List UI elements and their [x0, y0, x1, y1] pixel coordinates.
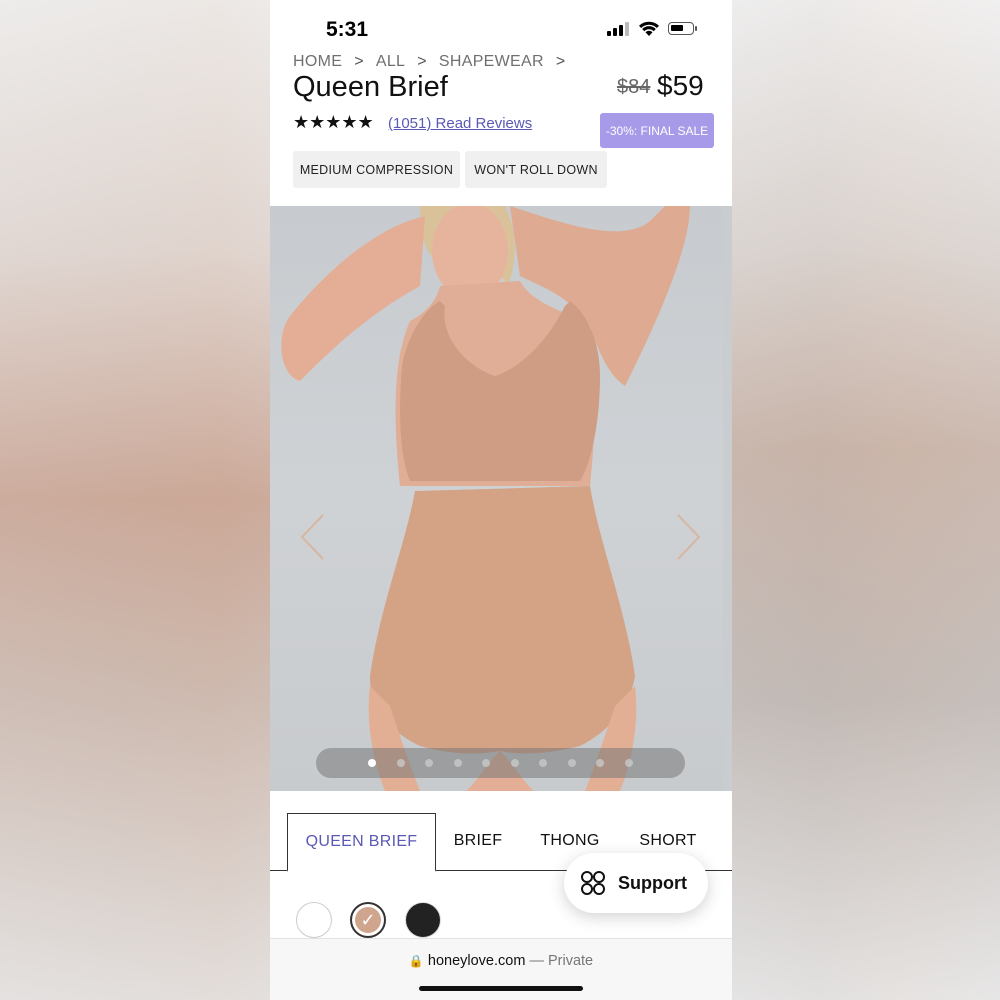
background-blur-right — [732, 0, 1000, 1000]
feature-tag-roll: WON'T ROLL DOWN — [465, 151, 607, 188]
breadcrumb-separator-icon: > — [555, 53, 566, 70]
color-swatch-white[interactable] — [296, 902, 332, 938]
status-time: 5:31 — [326, 18, 369, 41]
support-flower-icon — [581, 871, 605, 895]
product-image[interactable] — [270, 206, 723, 791]
read-reviews-link[interactable]: (1051) Read Reviews — [388, 115, 532, 132]
gallery-next-icon[interactable] — [673, 512, 703, 562]
browser-address-bar[interactable]: 🔒 honeylove.com — Private — [270, 938, 732, 1000]
status-bar: 5:31 — [270, 0, 732, 50]
color-swatch-black[interactable] — [405, 902, 441, 938]
tab-queen-brief[interactable]: QUEEN BRIEF — [287, 813, 436, 872]
url-privacy: — Private — [529, 953, 594, 969]
next-image-peek — [723, 206, 732, 791]
color-swatch-nude[interactable]: ✓ — [350, 902, 386, 938]
wifi-icon — [639, 21, 659, 36]
gallery-dot[interactable] — [368, 759, 376, 767]
gallery-dot[interactable] — [539, 759, 547, 767]
breadcrumb-separator-icon: > — [417, 53, 427, 70]
final-sale-badge: -30%: FINAL SALE — [600, 113, 714, 148]
feature-tag-compression: MEDIUM COMPRESSION — [293, 151, 460, 188]
original-price: $84 — [617, 76, 651, 98]
support-button[interactable]: Support — [564, 853, 708, 913]
sale-price: $59 — [657, 70, 704, 101]
gallery-dot[interactable] — [568, 759, 576, 767]
breadcrumb: HOME > ALL > SHAPEWEAR > — [293, 52, 578, 72]
breadcrumb-shapewear[interactable]: SHAPEWEAR — [439, 53, 544, 71]
url-domain: honeylove.com — [427, 953, 526, 969]
phone-screen: 5:31 HOME > ALL > SHAPEWEAR > Queen Brie… — [270, 0, 732, 1000]
tab-brief[interactable]: BRIEF — [448, 813, 508, 869]
rating-stars: ★★★★★ — [293, 112, 374, 132]
signal-icon — [607, 22, 629, 36]
home-indicator[interactable] — [419, 986, 583, 991]
gallery-dot[interactable] — [625, 759, 633, 767]
gallery-dot[interactable] — [397, 759, 405, 767]
gallery-prev-icon[interactable] — [298, 512, 328, 562]
breadcrumb-home[interactable]: HOME — [293, 53, 342, 71]
breadcrumb-all[interactable]: ALL — [376, 53, 405, 71]
checkmark-icon: ✓ — [360, 909, 376, 930]
gallery-dot[interactable] — [454, 759, 462, 767]
breadcrumb-separator-icon: > — [354, 53, 364, 70]
background-blur-left — [0, 0, 270, 1000]
product-title: Queen Brief — [293, 71, 448, 103]
support-label: Support — [618, 872, 687, 893]
gallery-dot[interactable] — [482, 759, 490, 767]
url-display[interactable]: 🔒 honeylove.com — Private — [270, 953, 732, 969]
gallery-dot[interactable] — [511, 759, 519, 767]
gallery-pagination — [316, 748, 685, 778]
gallery-dot[interactable] — [425, 759, 433, 767]
battery-icon — [668, 22, 697, 35]
lock-icon: 🔒 — [408, 954, 424, 968]
gallery-dot[interactable] — [596, 759, 604, 767]
model-photo — [281, 206, 690, 791]
